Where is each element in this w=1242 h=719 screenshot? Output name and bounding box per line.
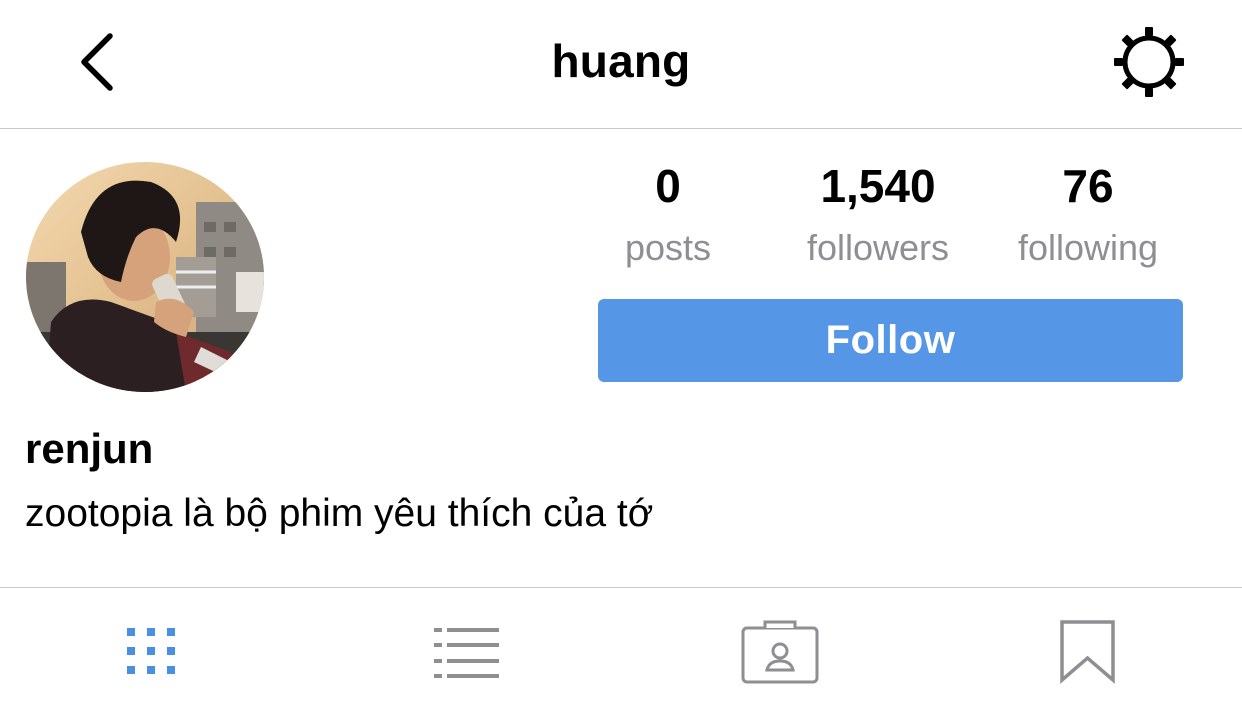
avatar[interactable] [26,162,264,392]
posts-label: posts [624,227,712,268]
following-count: 76 [1062,160,1114,212]
tab-saved[interactable] [1043,616,1133,686]
grid-icon [127,628,175,674]
profile-tab-bar [0,587,1242,719]
gear-icon [1114,27,1184,97]
tagged-icon [741,620,819,684]
page-title: huang [551,35,691,87]
follow-button[interactable]: Follow [598,299,1183,382]
followers-count: 1,540 [820,160,936,212]
bookmark-icon [1060,620,1115,684]
followers-label: followers [806,227,950,268]
following-stat[interactable]: 76 following [988,160,1188,268]
list-icon [434,628,499,678]
settings-button[interactable] [1110,26,1190,98]
tab-list[interactable] [420,616,510,686]
top-bar: huang [0,0,1242,129]
profile-name: renjun [25,425,154,472]
followers-stat[interactable]: 1,540 followers [778,160,978,268]
profile-photo [26,162,264,392]
posts-count: 0 [655,160,681,212]
tab-grid[interactable] [110,616,200,686]
posts-stat[interactable]: 0 posts [568,160,768,268]
tab-tagged[interactable] [735,616,825,686]
profile-bio: zootopia là bộ phim yêu thích của tớ [25,492,654,535]
following-label: following [1017,227,1159,268]
